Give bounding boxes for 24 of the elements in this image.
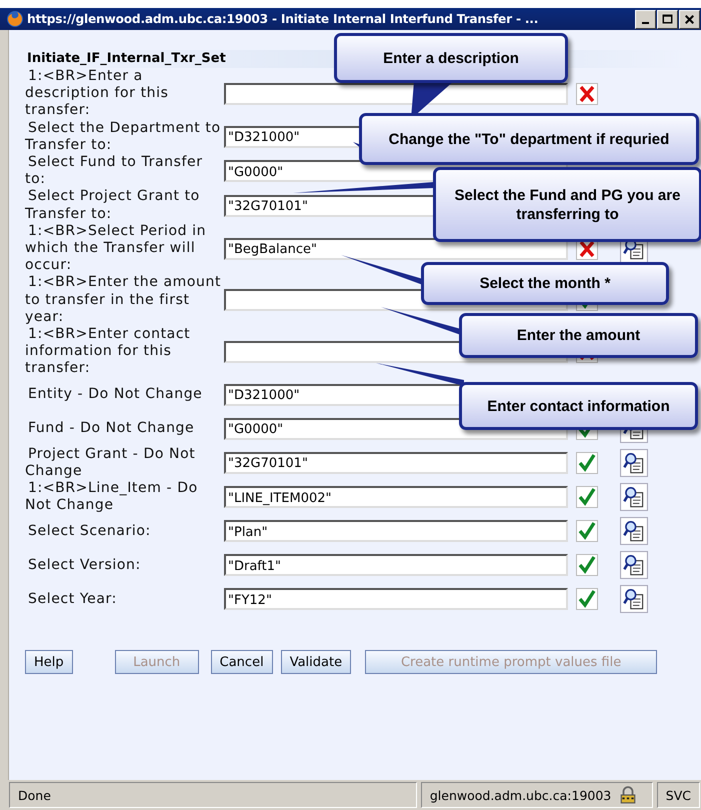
field-label: Select Scenario: — [27, 522, 152, 540]
callout-tooltip: Enter contact information — [459, 382, 698, 430]
callout-tooltip: Select the Fund and PG you are transferring to — [433, 167, 701, 242]
host-text: glenwood.adm.ubc.ca:19003 — [430, 788, 612, 802]
field-label: 1:<BR>Select Period in which the Transfer will occur: — [25, 222, 208, 274]
field-label: Select Year: — [27, 590, 118, 608]
callout-tooltip: Select the month * — [421, 262, 669, 305]
field-label: Project Grant - Do Not Change — [25, 446, 196, 480]
field-label: Select Fund to Transfer to: — [25, 154, 204, 188]
field-label: Select Project Grant to Transfer to: — [25, 188, 201, 223]
callout-tooltip: Enter a description — [334, 33, 568, 83]
field-label: 1:<BR>Enter the amount to transfer in the first year: — [25, 274, 222, 326]
callout-tooltip: Change the "To" department if requried — [359, 113, 699, 165]
field-label: Entity - Do Not Change — [27, 386, 204, 404]
field-label: Select Version: — [27, 556, 142, 574]
zone-text: SVC — [656, 782, 700, 808]
field-label: 1:<BR>Line_Item - Do Not Change — [25, 480, 199, 514]
field-label: Select the Department to Transfer to: — [25, 120, 222, 154]
status-text: Done — [9, 782, 417, 808]
field-label: 1:<BR>Enter a description for this transfer: — [25, 68, 170, 120]
callout-tooltip: Enter the amount — [459, 313, 698, 358]
window-title: https://glenwood.adm.ubc.ca:19003 - Initiate Internal Interfund Transfer - ... — [27, 12, 540, 26]
field-label: Fund - Do Not Change — [27, 420, 196, 438]
field-label: 1:<BR>Enter contact information for this transfer: — [25, 326, 192, 378]
